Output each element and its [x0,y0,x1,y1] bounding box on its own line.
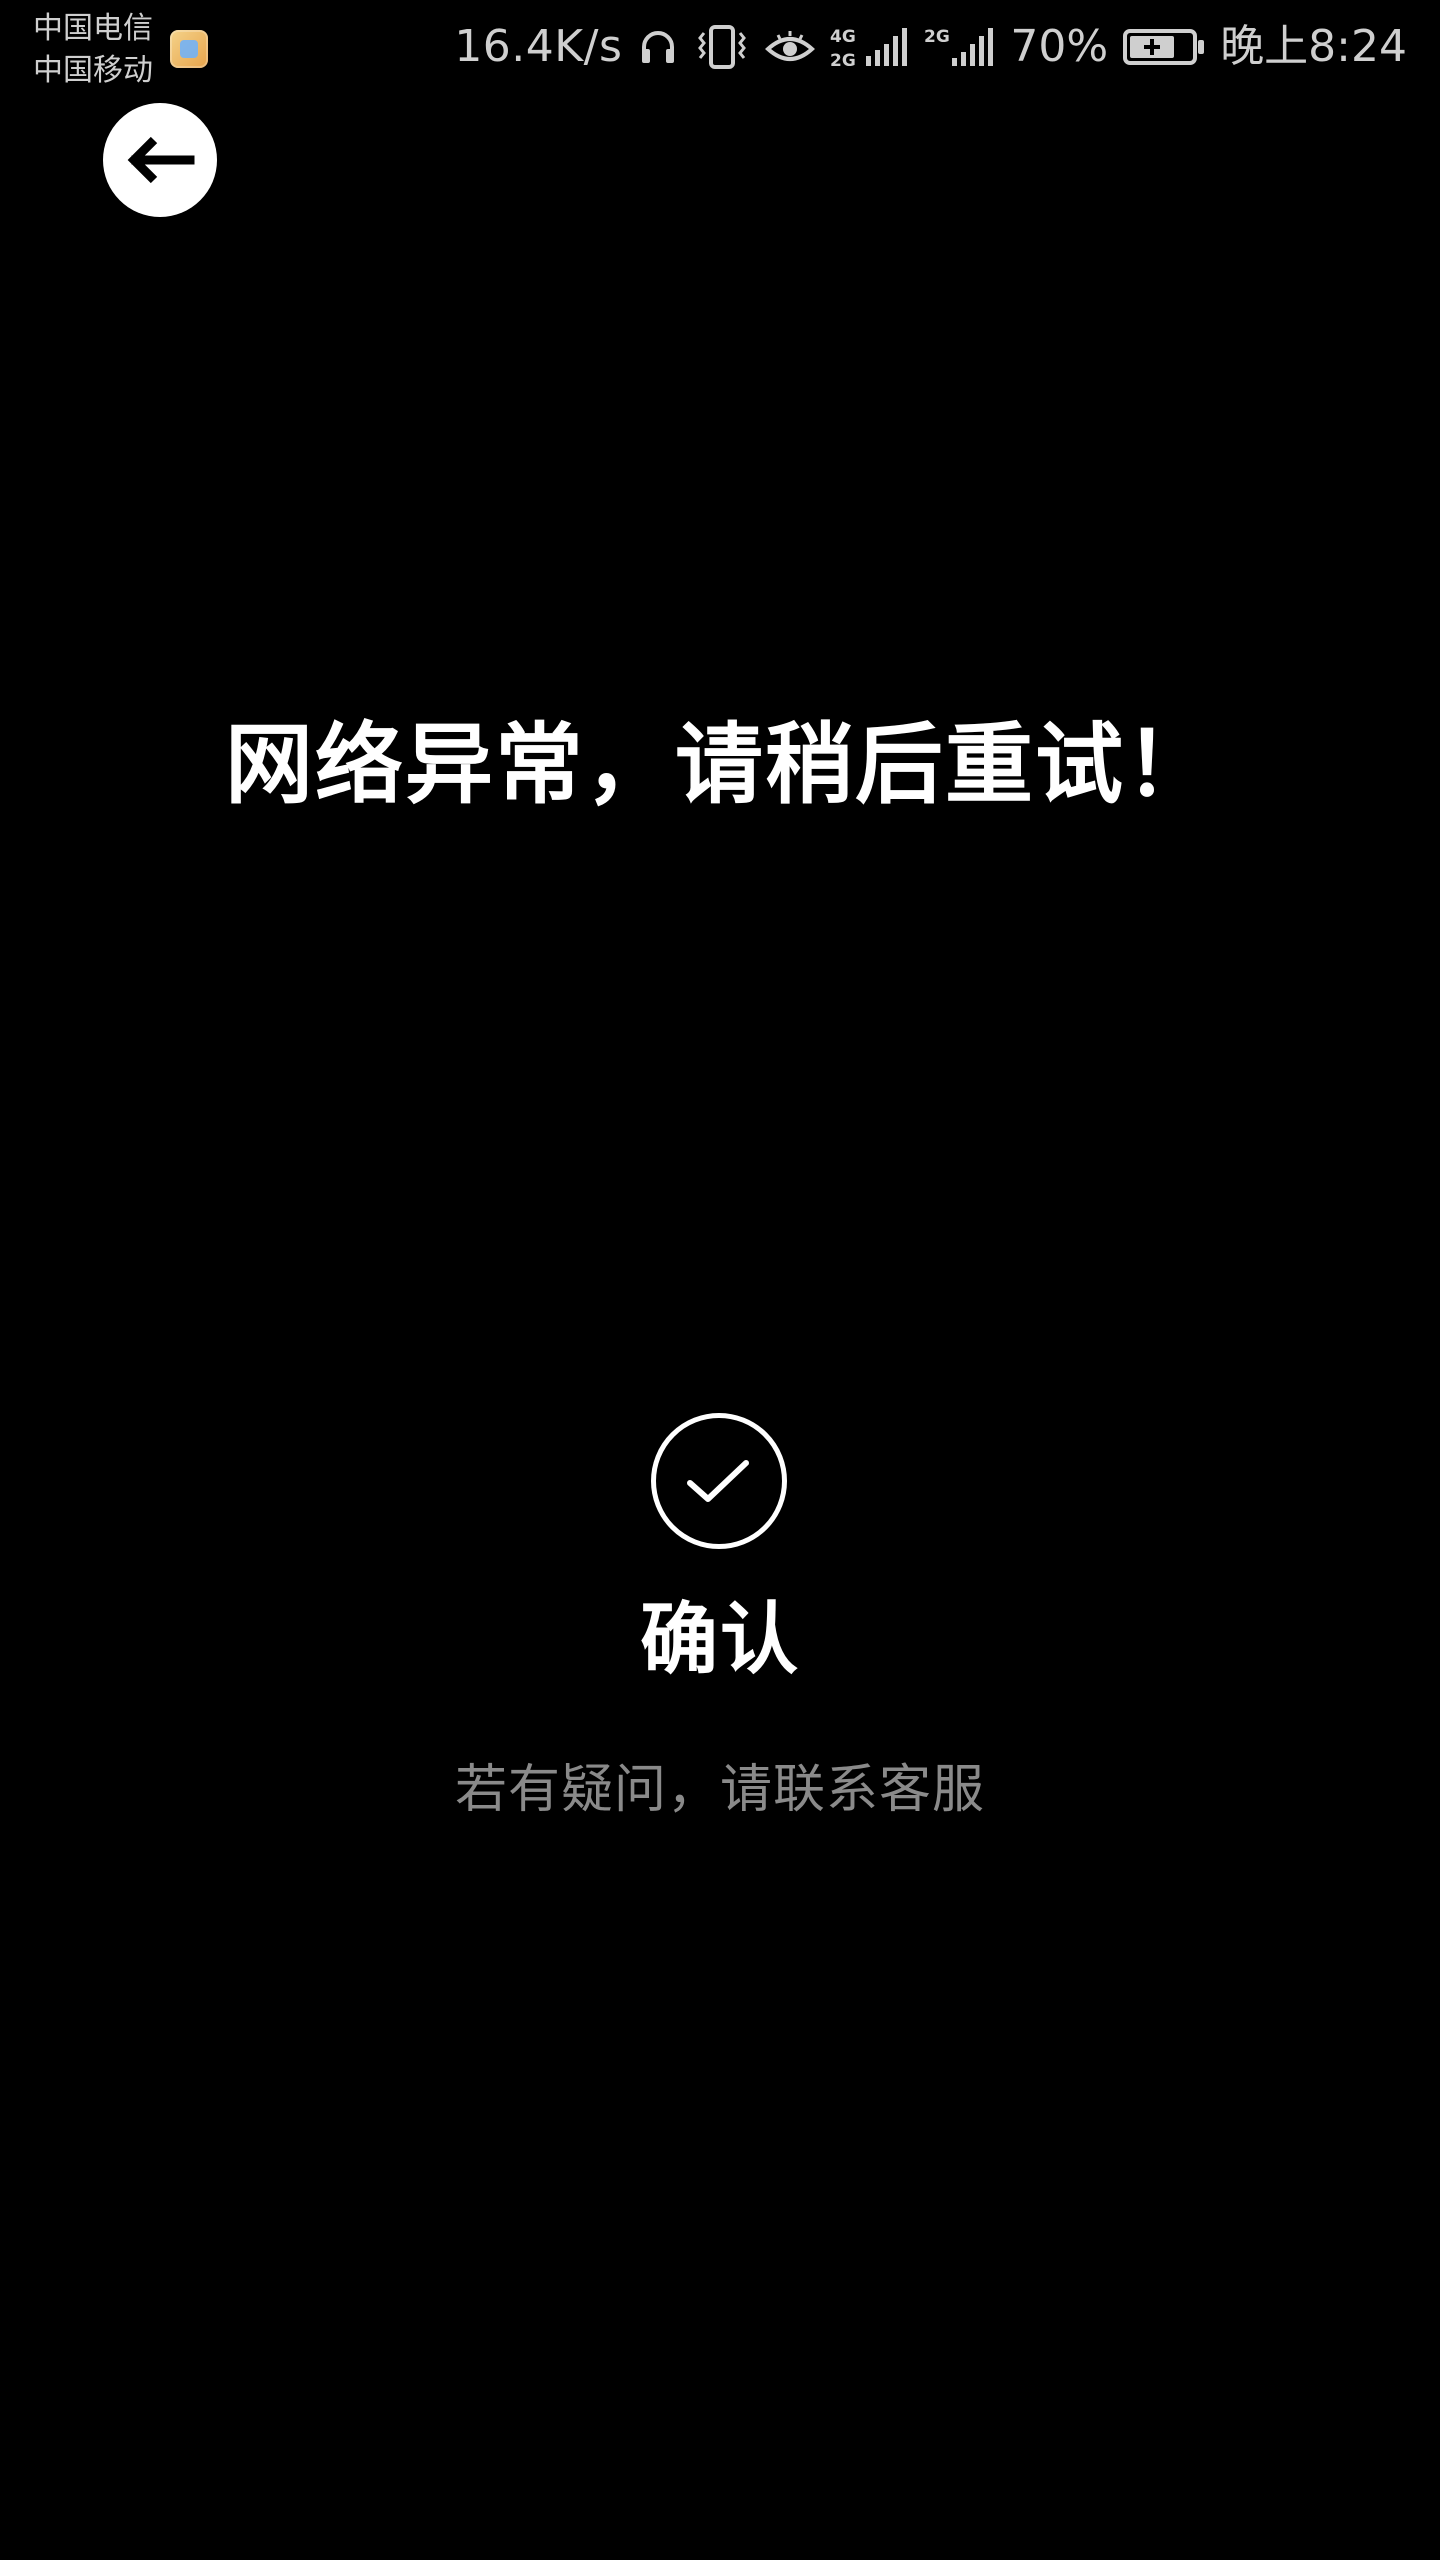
headphones-icon [636,25,680,69]
status-time: 晚上8:24 [1220,21,1407,72]
sim1-label-top: 4G [830,27,856,47]
sim1-label-bottom: 2G [830,51,856,71]
check-circle-icon [684,1453,754,1509]
arrow-left-icon [124,132,196,188]
vibrate-icon [694,23,750,71]
confirm-button[interactable]: 确认 [0,1585,1440,1695]
status-indicators: 16.4K/s 4G 2G 2G 70% 晚上8:24 [454,12,1407,82]
network-speed: 16.4K/s [454,21,623,72]
carrier-1: 中国电信 [33,11,153,46]
back-button[interactable] [103,103,217,217]
signal-2g-icon: 2G [924,22,996,72]
confirm-check-button[interactable] [651,1413,787,1549]
status-bar: 中国电信 中国移动 16.4K/s 4G 2G 2G 70% 晚上8:24 [0,0,1440,100]
battery-charging-icon [1122,25,1206,69]
error-message: 网络异常，请稍后重试！ [224,713,1215,816]
app-notification-icon [170,30,208,68]
eye-icon [764,25,816,69]
carrier-info: 中国电信 中国移动 [33,8,153,92]
carrier-2: 中国移动 [33,53,153,88]
battery-percent: 70% [1010,21,1109,72]
signal-4g-2g-icon: 4G 2G [830,22,910,72]
sim2-label: 2G [924,27,950,47]
help-text: 若有疑问，请联系客服 [454,1760,985,1820]
